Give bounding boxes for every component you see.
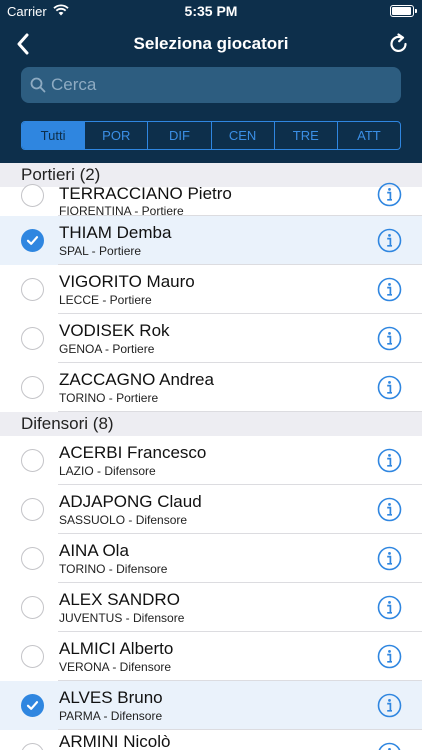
filter-cen[interactable]: CEN xyxy=(212,122,275,149)
status-bar: Carrier 5:35 PM xyxy=(0,0,422,22)
player-row[interactable]: VODISEK Rok GENOA - Portiere xyxy=(0,314,422,363)
player-name: AINA Ola xyxy=(59,541,129,560)
player-team-role: VERONA - Difensore xyxy=(59,660,172,674)
refresh-button[interactable] xyxy=(384,28,414,60)
player-name: ARMINI Nicolò xyxy=(59,732,171,750)
clock: 5:35 PM xyxy=(184,3,238,19)
player-name: TERRACCIANO Pietro xyxy=(59,184,232,203)
player-name: ALMICI Alberto xyxy=(59,639,174,658)
info-icon[interactable] xyxy=(377,448,402,473)
player-name: ACERBI Francesco xyxy=(59,443,207,462)
filter-dif[interactable]: DIF xyxy=(148,122,212,149)
player-row[interactable]: AINA Ola TORINO - Difensore xyxy=(0,534,422,583)
info-icon[interactable] xyxy=(377,277,402,302)
search-icon xyxy=(30,77,46,98)
radio-icon[interactable] xyxy=(21,743,44,750)
player-row[interactable]: ARMINI Nicolò xyxy=(0,730,422,750)
radio-icon[interactable] xyxy=(21,645,44,668)
radio-icon[interactable] xyxy=(21,184,44,207)
navigation-header: Carrier 5:35 PM Seleziona giocatori Cerc… xyxy=(0,0,422,163)
info-icon[interactable] xyxy=(377,742,402,750)
refresh-icon xyxy=(390,33,407,53)
player-name: ADJAPONG Claud xyxy=(59,492,202,511)
player-team-role: JUVENTUS - Difensore xyxy=(59,611,185,625)
info-icon[interactable] xyxy=(377,546,402,571)
player-row[interactable]: ALVES Bruno PARMA - Difensore xyxy=(0,681,422,730)
radio-icon[interactable] xyxy=(21,596,44,619)
player-row[interactable]: ADJAPONG Claud SASSUOLO - Difensore xyxy=(0,485,422,534)
radio-icon[interactable] xyxy=(21,376,44,399)
radio-icon[interactable] xyxy=(21,498,44,521)
info-icon[interactable] xyxy=(377,326,402,351)
filter-por[interactable]: POR xyxy=(85,122,149,149)
radio-icon[interactable] xyxy=(21,327,44,350)
radio-icon[interactable] xyxy=(21,278,44,301)
filter-att[interactable]: ATT xyxy=(338,122,400,149)
player-name: THIAM Demba xyxy=(59,223,172,242)
info-icon[interactable] xyxy=(377,595,402,620)
player-team-role: SASSUOLO - Difensore xyxy=(59,513,188,527)
checked-radio-icon[interactable] xyxy=(21,694,44,717)
radio-icon[interactable] xyxy=(21,547,44,570)
nav-bar: Seleziona giocatori xyxy=(0,28,422,60)
player-team-role: SPAL - Portiere xyxy=(59,244,142,258)
players-list: Portieri (2) TERRACCIANO Pietro FIORENTINA… xyxy=(0,163,422,750)
player-team-role: PARMA - Difensore xyxy=(59,709,163,723)
player-row[interactable]: TERRACCIANO Pietro FIORENTINA - Portiere xyxy=(0,182,422,218)
player-row[interactable]: THIAM Demba SPAL - Portiere xyxy=(0,216,422,265)
player-name: ALEX SANDRO xyxy=(59,590,180,609)
player-row[interactable]: ZACCAGNO Andrea TORINO - Portiere xyxy=(0,363,422,412)
battery-icon xyxy=(390,5,417,17)
player-name: ZACCAGNO Andrea xyxy=(59,370,214,389)
role-filter: Tutti POR DIF CEN TRE ATT xyxy=(21,121,401,150)
info-icon[interactable] xyxy=(377,497,402,522)
filter-tutti[interactable]: Tutti xyxy=(22,122,86,149)
player-team-role: TORINO - Difensore xyxy=(59,562,168,576)
info-icon[interactable] xyxy=(377,644,402,669)
radio-icon[interactable] xyxy=(21,449,44,472)
info-icon[interactable] xyxy=(377,693,402,718)
section-header: Difensori (8) xyxy=(0,412,422,436)
player-team-role: GENOA - Portiere xyxy=(59,342,155,356)
player-row[interactable]: ALMICI Alberto VERONA - Difensore xyxy=(0,632,422,681)
player-team-role: TORINO - Portiere xyxy=(59,391,159,405)
player-name: VIGORITO Mauro xyxy=(59,272,195,291)
player-row[interactable]: ALEX SANDRO JUVENTUS - Difensore xyxy=(0,583,422,632)
filter-tre[interactable]: TRE xyxy=(275,122,338,149)
info-icon[interactable] xyxy=(377,375,402,400)
search-bar[interactable] xyxy=(21,67,401,103)
info-icon[interactable] xyxy=(377,182,402,207)
player-team-role: LAZIO - Difensore xyxy=(59,464,156,478)
player-name: VODISEK Rok xyxy=(59,321,170,340)
player-row[interactable]: ACERBI Francesco LAZIO - Difensore xyxy=(0,436,422,485)
player-name: ALVES Bruno xyxy=(59,688,163,707)
player-row[interactable]: VIGORITO Mauro LECCE - Portiere xyxy=(0,265,422,314)
page-title: Seleziona giocatori xyxy=(133,34,289,53)
player-team-role: LECCE - Portiere xyxy=(59,293,152,307)
search-input[interactable] xyxy=(51,67,391,103)
info-icon[interactable] xyxy=(377,228,402,253)
checked-radio-icon[interactable] xyxy=(21,229,44,252)
